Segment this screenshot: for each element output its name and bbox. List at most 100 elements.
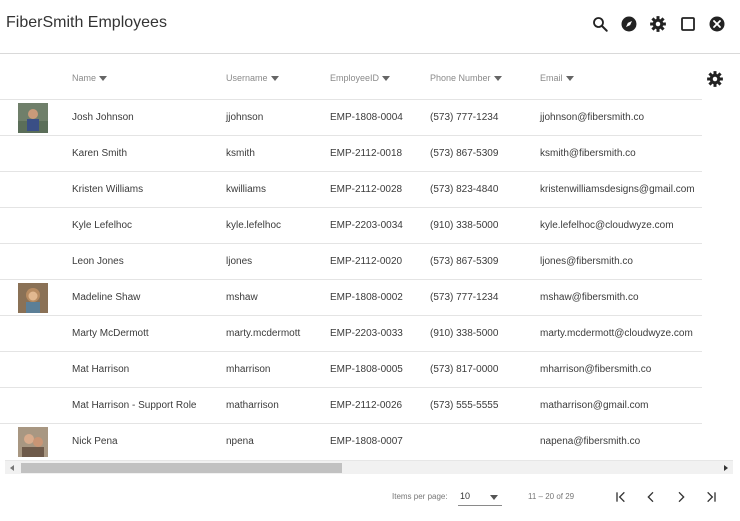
cell-name: Kristen Williams (72, 184, 144, 195)
table-row[interactable]: Mat Harrison mharrison EMP-1808-0005 (573) … (0, 351, 702, 387)
paginator: Items per page: 10 11 – 20 of 29 (0, 476, 740, 521)
table-row[interactable]: Kyle Lefelhoc kyle.lefelhoc EMP-2203-0034 (… (0, 207, 702, 243)
horizontal-scrollbar[interactable] (5, 460, 733, 474)
sort-arrow-icon (99, 75, 108, 81)
cell-username: marty.mcdermott (226, 328, 301, 339)
cell-employee-id: EMP-2112-0026 (330, 400, 403, 411)
column-header-name[interactable]: Name (72, 73, 108, 83)
table-row[interactable]: Karen Smith ksmith EMP-2112-0018 (573) 867-… (0, 135, 702, 171)
cell-username: kwilliams (226, 184, 266, 195)
table-row[interactable]: Marty McDermott marty.mcdermott EMP-2203-0… (0, 315, 702, 351)
cell-employee-id: EMP-2203-0034 (330, 220, 403, 231)
cell-employee-id: EMP-2112-0028 (330, 184, 403, 195)
cell-email: ksmith@fibersmith.co (540, 148, 636, 159)
items-per-page-select[interactable]: 10 (458, 486, 502, 506)
cell-username: ksmith (226, 148, 255, 159)
cell-employee-id: EMP-2112-0018 (330, 148, 403, 159)
page-title: FiberSmith Employees (6, 14, 167, 31)
avatar (18, 103, 48, 133)
next-page-icon[interactable] (670, 487, 692, 507)
table-row[interactable]: Madeline Shaw mshaw EMP-1808-0002 (573) 777… (0, 279, 702, 315)
cell-email: mshaw@fibersmith.co (540, 292, 639, 303)
sort-arrow-icon (270, 75, 279, 81)
avatar (18, 283, 48, 313)
column-header-label: Username (226, 73, 268, 83)
gear-icon[interactable] (648, 14, 668, 34)
cell-employee-id: EMP-2112-0020 (330, 256, 403, 267)
maximize-icon[interactable] (678, 14, 698, 34)
cell-username: mshaw (226, 292, 258, 303)
cell-employee-id: EMP-1808-0005 (330, 364, 403, 375)
column-header-email[interactable]: Email (540, 73, 574, 83)
column-header-employee-id[interactable]: EmployeeID (330, 73, 391, 83)
sort-arrow-icon (493, 75, 502, 81)
cell-phone: (573) 817-0000 (430, 364, 499, 375)
scroll-left-arrow-icon[interactable] (5, 461, 19, 475)
scroll-right-arrow-icon[interactable] (719, 461, 733, 475)
cell-name: Josh Johnson (72, 112, 134, 123)
cell-username: jjohnson (226, 112, 264, 123)
items-per-page-label: Items per page: (392, 492, 448, 501)
cell-employee-id: EMP-2203-0033 (330, 328, 403, 339)
cell-username: kyle.lefelhoc (226, 220, 282, 231)
cell-username: ljones (226, 256, 253, 267)
cell-phone: (910) 338-5000 (430, 328, 499, 339)
cell-phone: (573) 777-1234 (430, 292, 499, 303)
sort-arrow-icon (382, 75, 391, 81)
cell-email: ljones@fibersmith.co (540, 256, 633, 267)
avatar (18, 427, 48, 457)
column-header-label: Phone Number (430, 73, 491, 83)
app-header: FiberSmith Employees (0, 0, 740, 54)
scrollbar-thumb[interactable] (21, 463, 342, 473)
sort-arrow-icon (565, 75, 574, 81)
column-header-phone[interactable]: Phone Number (430, 73, 502, 83)
compass-icon[interactable] (619, 14, 639, 34)
table-row[interactable]: Mat Harrison - Support Role matharrison EM… (0, 387, 702, 423)
column-header-label: Name (72, 73, 97, 83)
cell-name: Madeline Shaw (72, 292, 141, 303)
cell-employee-id: EMP-1808-0002 (330, 292, 403, 303)
employee-table: Name Username EmployeeID Phone Number Em… (0, 55, 740, 460)
first-page-icon[interactable] (610, 487, 632, 507)
cell-name: Karen Smith (72, 148, 128, 159)
cell-username: npena (226, 436, 254, 447)
cell-email: marty.mcdermott@cloudwyze.com (540, 328, 693, 339)
column-header-username[interactable]: Username (226, 73, 279, 83)
table-row[interactable]: Leon Jones ljones EMP-2112-0020 (573) 867-5… (0, 243, 702, 279)
cell-email: napena@fibersmith.co (540, 436, 641, 447)
cell-employee-id: EMP-1808-0004 (330, 112, 403, 123)
page-range-label: 11 – 20 of 29 (528, 492, 575, 501)
cell-name: Kyle Lefelhoc (72, 220, 133, 231)
cell-phone: (573) 867-5309 (430, 256, 499, 267)
cell-email: kristenwilliamsdesigns@gmail.com (540, 184, 695, 195)
cell-phone: (573) 867-5309 (430, 148, 499, 159)
column-header-label: EmployeeID (330, 73, 380, 83)
chevron-down-icon (490, 495, 498, 500)
cell-email: matharrison@gmail.com (540, 400, 649, 411)
table-row[interactable]: Kristen Williams kwilliams EMP-2112-0028 (5… (0, 171, 702, 207)
table-settings-gear-icon[interactable] (706, 70, 724, 88)
close-icon[interactable] (707, 14, 727, 34)
items-per-page-value: 10 (460, 491, 471, 501)
cell-email: mharrison@fibersmith.co (540, 364, 652, 375)
search-icon[interactable] (590, 14, 610, 34)
table-row[interactable]: Josh Johnson jjohnson EMP-1808-0004 (573) 7… (0, 99, 702, 135)
cell-email: jjohnson@fibersmith.co (540, 112, 645, 123)
cell-email: kyle.lefelhoc@cloudwyze.com (540, 220, 674, 231)
cell-name: Nick Pena (72, 436, 118, 447)
cell-phone: (910) 338-5000 (430, 220, 499, 231)
cell-phone: (573) 823-4840 (430, 184, 499, 195)
table-row[interactable]: Nick Pena npena EMP-1808-0007 napena@fibers… (0, 423, 702, 459)
column-header-label: Email (540, 73, 563, 83)
cell-name: Mat Harrison (72, 364, 130, 375)
cell-name: Marty McDermott (72, 328, 149, 339)
cell-username: matharrison (226, 400, 279, 411)
cell-username: mharrison (226, 364, 271, 375)
cell-employee-id: EMP-1808-0007 (330, 436, 403, 447)
previous-page-icon[interactable] (640, 487, 662, 507)
cell-name: Mat Harrison - Support Role (72, 400, 197, 411)
last-page-icon[interactable] (700, 487, 722, 507)
cell-name: Leon Jones (72, 256, 124, 267)
cell-phone: (573) 555-5555 (430, 400, 499, 411)
cell-phone: (573) 777-1234 (430, 112, 499, 123)
